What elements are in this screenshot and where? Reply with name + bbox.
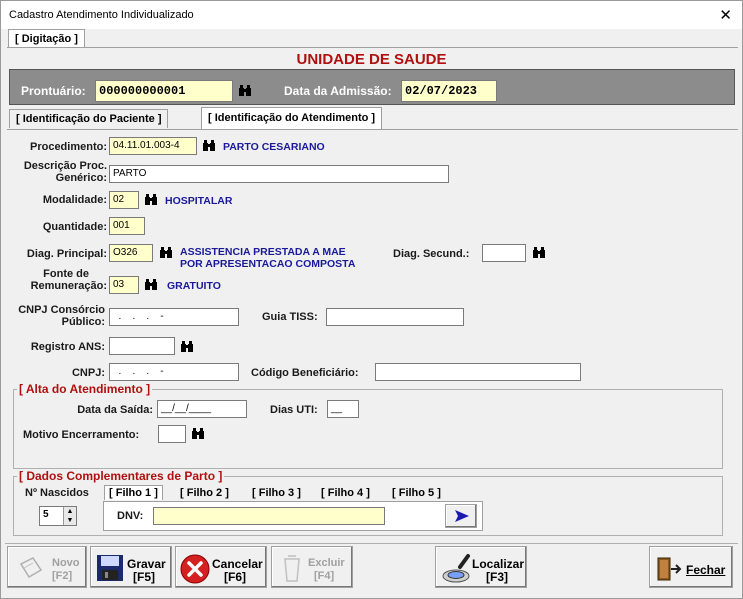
data-saida-label: Data da Saída:: [77, 404, 153, 416]
gravar-shortcut: [F5]: [133, 570, 155, 584]
tab-paciente[interactable]: [ Identificação do Paciente ]: [9, 109, 169, 128]
codigo-beneficiario-field[interactable]: [375, 363, 581, 381]
window-title: Cadastro Atendimento Individualizado: [9, 9, 194, 21]
admissao-field[interactable]: 02/07/2023: [401, 80, 497, 102]
exit-door-icon: [657, 557, 682, 581]
dias-uti-field[interactable]: __: [327, 400, 359, 418]
tab-digitacao[interactable]: [ Digitação ]: [8, 29, 85, 48]
dnv-label: DNV:: [117, 510, 144, 522]
descricao-field[interactable]: PARTO: [109, 165, 449, 183]
tab-filho-3[interactable]: [ Filho 3 ]: [252, 487, 301, 499]
codigo-beneficiario-label: Código Beneficiário:: [251, 367, 359, 379]
divider: [5, 543, 738, 544]
novo-shortcut: [F2]: [52, 570, 73, 582]
prontuario-label: Prontuário:: [21, 84, 86, 98]
search-icon: [442, 554, 470, 583]
cancelar-button[interactable]: Cancelar [F6]: [175, 546, 267, 588]
modalidade-field[interactable]: 02: [109, 191, 139, 209]
tab-filho-5[interactable]: [ Filho 5 ]: [392, 487, 441, 499]
arrow-right-icon: [455, 510, 469, 522]
nascidos-label: Nº Nascidos: [25, 487, 89, 499]
admissao-label: Data da Admissão:: [284, 84, 392, 98]
motivo-label: Motivo Encerramento:: [23, 429, 140, 441]
localizar-label: Localizar: [472, 557, 525, 571]
dias-uti-label: Dias UTI:: [270, 404, 318, 416]
fechar-label: Fechar: [686, 563, 726, 577]
descricao-label-1: Descrição Proc.: [23, 160, 107, 172]
divider: [7, 129, 738, 130]
close-icon[interactable]: ✕: [719, 6, 732, 24]
cancelar-label: Cancelar: [212, 557, 263, 571]
prontuario-field[interactable]: 000000000001: [95, 80, 233, 102]
divider: [7, 47, 738, 48]
tab-filho-1[interactable]: [ Filho 1 ]: [104, 485, 163, 500]
gravar-button[interactable]: Gravar [F5]: [90, 546, 172, 588]
binoculars-icon[interactable]: [180, 341, 194, 353]
gravar-label: Gravar: [127, 557, 166, 571]
excluir-button[interactable]: Excluir [F4]: [271, 546, 353, 588]
excluir-shortcut: [F4]: [314, 570, 335, 582]
fonte-label-2: Remuneração:: [30, 280, 107, 292]
guia-tiss-field[interactable]: [326, 308, 464, 326]
descricao-label-2: Genérico:: [55, 172, 107, 184]
save-icon: [97, 555, 123, 581]
localizar-shortcut: [F3]: [486, 570, 508, 584]
cnpj-label: CNPJ:: [71, 367, 105, 379]
fonte-field[interactable]: 03: [109, 276, 139, 294]
tab-filho-4[interactable]: [ Filho 4 ]: [321, 487, 370, 499]
fonte-label-1: Fonte de: [43, 268, 89, 280]
registro-ans-label: Registro ANS:: [30, 341, 105, 353]
quantidade-label: Quantidade:: [42, 221, 107, 233]
data-saida-field[interactable]: __/__/____: [157, 400, 247, 418]
tab-atendimento[interactable]: [ Identificação do Atendimento ]: [201, 107, 383, 130]
cnpj-consorcio-field[interactable]: . . . -: [109, 308, 239, 326]
diag-principal-desc-1: ASSISTENCIA PRESTADA A MAE: [180, 246, 346, 258]
binoculars-icon[interactable]: [532, 247, 546, 259]
motivo-field[interactable]: [158, 425, 186, 443]
novo-label: Novo: [52, 557, 80, 569]
cnpj-consorcio-label-1: CNPJ Consórcio: [18, 304, 105, 316]
procedimento-label: Procedimento:: [29, 141, 107, 153]
trash-icon: [284, 555, 300, 582]
quantidade-field[interactable]: 001: [109, 217, 145, 235]
parto-title: [ Dados Complementares de Parto ]: [17, 469, 225, 483]
binoculars-icon[interactable]: [238, 85, 252, 97]
procedimento-desc: PARTO CESARIANO: [223, 141, 325, 153]
title-bar: Cadastro Atendimento Individualizado ✕: [1, 1, 742, 29]
cnpj-field[interactable]: . . . -: [109, 363, 239, 381]
cancelar-shortcut: [F6]: [224, 570, 246, 584]
next-button[interactable]: [445, 504, 477, 528]
binoculars-icon[interactable]: [159, 247, 173, 259]
modalidade-label: Modalidade:: [42, 194, 107, 206]
binoculars-icon[interactable]: [144, 279, 158, 291]
novo-button[interactable]: Novo [F2]: [7, 546, 87, 588]
new-document-icon: [19, 557, 43, 579]
diag-principal-field[interactable]: O326: [109, 244, 153, 262]
procedimento-field[interactable]: 04.11.01.003-4: [109, 137, 197, 155]
diag-principal-desc-2: POR APRESENTACAO COMPOSTA: [180, 258, 356, 270]
modalidade-desc: HOSPITALAR: [165, 195, 233, 207]
dnv-field[interactable]: [153, 507, 385, 525]
alta-title: [ Alta do Atendimento ]: [17, 382, 153, 396]
excluir-label: Excluir: [308, 557, 345, 569]
binoculars-icon[interactable]: [144, 194, 158, 206]
unit-title: UNIDADE DE SAUDE: [296, 51, 447, 68]
cnpj-consorcio-label-2: Público:: [61, 316, 105, 328]
diag-principal-label: Diag. Principal:: [26, 248, 107, 260]
binoculars-icon[interactable]: [191, 428, 205, 440]
spinner-arrows-icon[interactable]: ▲ ▼: [63, 507, 76, 525]
diag-secund-field[interactable]: [482, 244, 526, 262]
fechar-button[interactable]: Fechar: [649, 546, 733, 588]
fonte-desc: GRATUITO: [167, 280, 221, 292]
guia-tiss-label: Guia TISS:: [262, 311, 318, 323]
diag-secund-label: Diag. Secund.:: [393, 248, 470, 260]
cancel-icon: [180, 554, 210, 584]
tab-filho-2[interactable]: [ Filho 2 ]: [180, 487, 229, 499]
window: Cadastro Atendimento Individualizado ✕ […: [0, 0, 743, 599]
localizar-button[interactable]: Localizar [F3]: [435, 546, 527, 588]
binoculars-icon[interactable]: [202, 140, 216, 152]
registro-ans-field[interactable]: [109, 337, 175, 355]
